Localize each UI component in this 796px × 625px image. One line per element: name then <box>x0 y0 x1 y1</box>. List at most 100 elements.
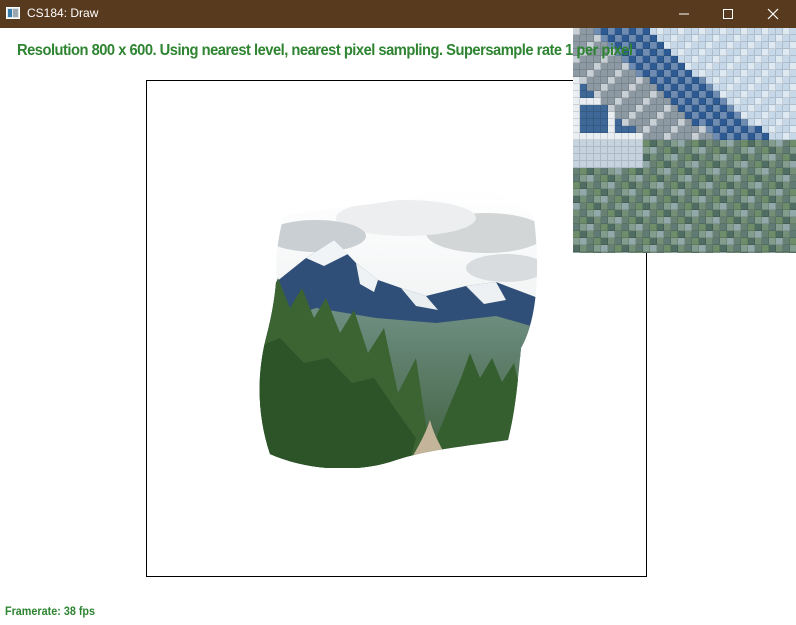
maximize-button[interactable] <box>705 0 751 28</box>
pixel-cell <box>706 56 713 63</box>
pixel-cell <box>706 245 713 252</box>
pixel-cell <box>790 119 796 126</box>
pixel-cell <box>629 126 636 133</box>
pixel-cell <box>692 126 699 133</box>
pixel-cell <box>748 112 755 119</box>
pixel-cell <box>769 168 776 175</box>
pixel-cell <box>790 77 796 84</box>
pixel-cell <box>755 35 762 42</box>
pixel-cell <box>678 49 685 56</box>
pixel-cell <box>685 126 692 133</box>
pixel-cell <box>615 119 622 126</box>
pixel-cell <box>594 35 601 42</box>
pixel-cell <box>671 224 678 231</box>
pixel-cell <box>580 154 587 161</box>
pixel-cell <box>762 245 769 252</box>
pixel-cell <box>699 252 706 253</box>
pixel-cell <box>748 161 755 168</box>
pixel-cell <box>769 56 776 63</box>
pixel-cell <box>678 35 685 42</box>
pixel-cell <box>650 210 657 217</box>
pixel-cell <box>671 84 678 91</box>
pixel-cell <box>580 245 587 252</box>
pixel-cell <box>776 70 783 77</box>
pixel-cell <box>678 217 685 224</box>
pixel-cell <box>734 105 741 112</box>
close-button[interactable] <box>750 0 796 28</box>
pixel-cell <box>650 252 657 253</box>
pixel-cell <box>678 224 685 231</box>
pixel-cell <box>706 196 713 203</box>
pixel-cell <box>776 105 783 112</box>
pixel-cell <box>664 182 671 189</box>
pixel-cell <box>629 105 636 112</box>
pixel-cell <box>699 245 706 252</box>
pixel-cell <box>762 252 769 253</box>
pixel-cell <box>580 203 587 210</box>
pixel-cell <box>734 217 741 224</box>
pixel-cell <box>629 154 636 161</box>
pixel-cell <box>762 42 769 49</box>
pixel-cell <box>776 112 783 119</box>
pixel-cell <box>636 217 643 224</box>
pixel-cell <box>678 203 685 210</box>
pixel-cell <box>713 42 720 49</box>
pixel-cell <box>594 133 601 140</box>
pixel-cell <box>678 63 685 70</box>
pixel-cell <box>678 56 685 63</box>
window-title: CS184: Draw <box>27 6 99 20</box>
pixel-cell <box>650 119 657 126</box>
pixel-cell <box>713 161 720 168</box>
pixel-cell <box>769 126 776 133</box>
pixel-cell <box>636 133 643 140</box>
pixel-cell <box>727 203 734 210</box>
pixel-cell <box>692 210 699 217</box>
pixel-cell <box>692 98 699 105</box>
pixel-cell <box>741 70 748 77</box>
pixel-cell <box>580 84 587 91</box>
pixel-cell <box>650 147 657 154</box>
pixel-cell <box>748 63 755 70</box>
pixel-cell <box>580 238 587 245</box>
pixel-cell <box>741 189 748 196</box>
pixel-cell <box>706 168 713 175</box>
pixel-cell <box>671 252 678 253</box>
pixel-cell <box>713 77 720 84</box>
pixel-cell <box>643 217 650 224</box>
pixel-cell <box>706 203 713 210</box>
pixel-cell <box>776 35 783 42</box>
pixel-cell <box>594 161 601 168</box>
pixel-cell <box>755 126 762 133</box>
pixel-cell <box>650 35 657 42</box>
pixel-cell <box>643 189 650 196</box>
pixel-cell <box>587 196 594 203</box>
pixel-cell <box>622 119 629 126</box>
pixel-cell <box>643 175 650 182</box>
pixel-cell <box>643 196 650 203</box>
pixel-cell <box>783 189 790 196</box>
pixel-cell <box>720 189 727 196</box>
pixel-cell <box>769 63 776 70</box>
pixel-cell <box>580 224 587 231</box>
pixel-cell <box>720 105 727 112</box>
pixel-cell <box>755 77 762 84</box>
pixel-cell <box>685 245 692 252</box>
pixel-cell <box>594 168 601 175</box>
pixel-cell <box>594 126 601 133</box>
pixel-cell <box>706 112 713 119</box>
pixel-cell <box>776 182 783 189</box>
minimize-button[interactable] <box>661 0 707 28</box>
pixel-cell <box>636 168 643 175</box>
pixel-cell <box>741 77 748 84</box>
pixel-cell <box>685 105 692 112</box>
pixel-cell <box>573 161 580 168</box>
pixel-cell <box>748 175 755 182</box>
pixel-cell <box>734 119 741 126</box>
pixel-cell <box>769 91 776 98</box>
pixel-cell <box>664 154 671 161</box>
pixel-cell <box>748 91 755 98</box>
pixel-cell <box>783 224 790 231</box>
pixel-cell <box>720 70 727 77</box>
pixel-cell <box>755 119 762 126</box>
pixel-cell <box>692 252 699 253</box>
